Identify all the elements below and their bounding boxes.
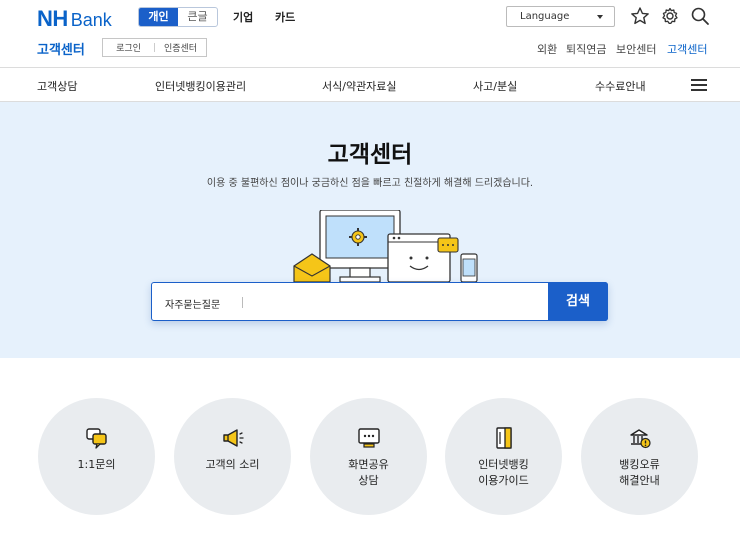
hero-section: 고객센터 이용 중 불편하신 점이나 궁금하신 점을 빠르고 친절하게 해결해 … <box>0 102 740 358</box>
pension-link[interactable]: 퇴직연금 <box>566 41 606 57</box>
view-mode-toggle: 개인 큰글 <box>138 7 218 27</box>
quick-link-label: 고객의 소리 <box>205 458 260 471</box>
quick-link-internet-banking-guide[interactable]: 인터넷뱅킹 이용가이드 <box>445 398 562 515</box>
language-select[interactable]: Language <box>506 6 615 27</box>
monitor-icon <box>358 428 380 448</box>
search-input[interactable] <box>249 289 539 315</box>
quick-link-inquiry[interactable]: 1:1문의 <box>38 398 155 515</box>
login-link[interactable]: 로그인 <box>103 41 154 54</box>
caret-down-icon <box>597 15 603 19</box>
nav-accident-loss[interactable]: 사고/분실 <box>473 78 517 94</box>
logo-bank-text: Bank <box>70 10 112 30</box>
nh-bank-logo[interactable]: NH Bank <box>37 6 112 31</box>
quick-link-banking-error-guide[interactable]: 뱅킹오류 해결안내 <box>581 398 698 515</box>
corporate-menu[interactable]: 기업 <box>233 9 253 25</box>
quick-link-label: 뱅킹오류 해결안내 <box>619 458 660 487</box>
quick-link-voice-of-customer[interactable]: 고객의 소리 <box>174 398 291 515</box>
logo-nh-text: NH <box>37 6 68 31</box>
foreign-exchange-link[interactable]: 외환 <box>537 41 557 57</box>
quick-link-label: 인터넷뱅킹 이용가이드 <box>478 458 529 487</box>
language-label: Language <box>520 11 570 22</box>
nav-fees[interactable]: 수수료안내 <box>595 78 646 94</box>
gear-icon[interactable] <box>660 6 680 26</box>
faq-search-bar: 자주묻는질문 검색 <box>151 282 608 321</box>
nav-forms-terms[interactable]: 서식/약관자료실 <box>322 78 397 94</box>
book-icon <box>496 427 512 449</box>
card-menu[interactable]: 카드 <box>275 9 295 25</box>
divider <box>242 297 243 308</box>
cert-center-link[interactable]: 인증센터 <box>155 41 206 54</box>
customer-center-link[interactable]: 고객센터 <box>667 41 707 57</box>
large-text-tab[interactable]: 큰글 <box>178 8 217 26</box>
star-icon[interactable] <box>630 6 650 26</box>
search-category-label[interactable]: 자주묻는질문 <box>165 296 220 311</box>
security-center-link[interactable]: 보안센터 <box>616 41 656 57</box>
page-section-title[interactable]: 고객센터 <box>37 39 85 58</box>
quick-link-label: 1:1문의 <box>77 458 116 471</box>
search-button[interactable]: 검색 <box>548 282 608 321</box>
quick-link-label: 화면공유 상담 <box>348 458 389 487</box>
main-nav: 고객상담 인터넷뱅킹이용관리 서식/약관자료실 사고/분실 수수료안내 <box>0 68 740 102</box>
hamburger-icon[interactable] <box>691 79 707 91</box>
hero-subtitle: 이용 중 불편하신 점이나 궁금하신 점을 빠르고 친절하게 해결해 드리겠습니… <box>206 178 534 189</box>
personal-tab[interactable]: 개인 <box>139 8 178 26</box>
bank-alert-icon <box>630 429 651 449</box>
top-header: NH Bank 개인 큰글 기업 카드 Language 고객센터 로그인 인증… <box>0 0 740 68</box>
hero-title: 고객센터 <box>327 142 413 168</box>
nav-consultation[interactable]: 고객상담 <box>37 78 77 94</box>
customer-center-illustration <box>293 210 478 282</box>
chat-icon <box>86 428 107 449</box>
auth-box: 로그인 인증센터 <box>102 38 207 57</box>
search-icon[interactable] <box>690 6 710 26</box>
nav-internet-banking-management[interactable]: 인터넷뱅킹이용관리 <box>155 78 246 94</box>
megaphone-icon <box>223 429 244 447</box>
quick-link-screen-share[interactable]: 화면공유 상담 <box>310 398 427 515</box>
